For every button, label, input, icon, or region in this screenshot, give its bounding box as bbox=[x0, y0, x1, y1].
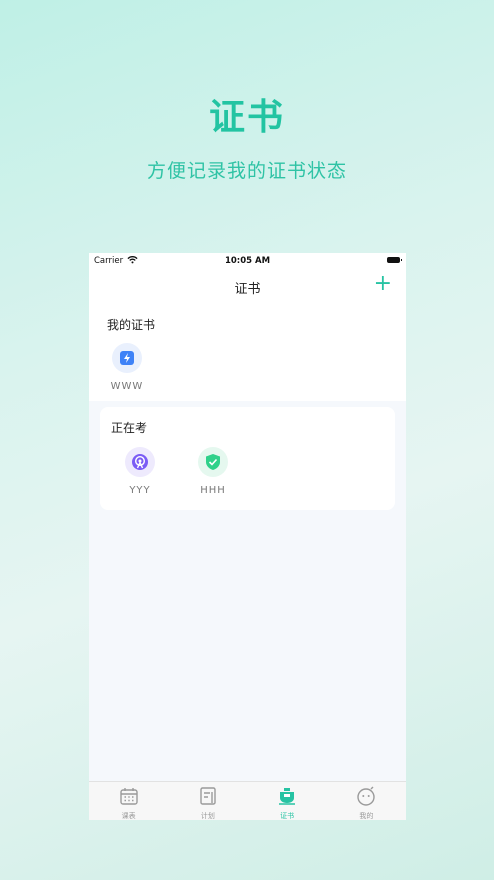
cert-item-www[interactable]: WWW bbox=[97, 343, 157, 392]
tab-mine[interactable]: 我的 bbox=[327, 782, 406, 820]
in-exam-title: 正在考 bbox=[111, 421, 148, 435]
tab-bar: 课表 计划 证书 我的 bbox=[89, 781, 406, 820]
cert-label: WWW bbox=[110, 381, 144, 392]
calendar-icon bbox=[119, 788, 138, 805]
status-bar: Carrier 10:05 AM bbox=[89, 253, 406, 271]
lightning-icon bbox=[112, 343, 142, 373]
cert-item-yyy[interactable]: YYY bbox=[110, 447, 170, 496]
content-area: 我的证书 WWW 正在考 YYY HHH bbox=[89, 301, 406, 782]
cert-item-hhh[interactable]: HHH bbox=[183, 447, 243, 496]
add-certificate-button[interactable]: + bbox=[374, 273, 392, 295]
tab-schedule[interactable]: 课表 bbox=[89, 782, 168, 820]
profile-face-icon bbox=[357, 786, 376, 806]
status-time: 10:05 AM bbox=[224, 256, 271, 266]
phone-screen: Carrier 10:05 AM 证书 + 我的证书 WWW 正在考 YYY H… bbox=[89, 253, 406, 820]
tab-label: 我的 bbox=[359, 812, 374, 820]
tab-label: 证书 bbox=[280, 812, 295, 820]
plan-icon bbox=[200, 787, 216, 805]
hero-subtitle: 方便记录我的证书状态 bbox=[146, 160, 347, 182]
page-title: 证书 bbox=[234, 282, 261, 297]
tab-label: 计划 bbox=[200, 812, 215, 820]
tab-plan[interactable]: 计划 bbox=[168, 782, 247, 820]
my-certificates-title: 我的证书 bbox=[107, 318, 156, 332]
certificate-icon bbox=[279, 788, 296, 805]
tab-label: 课表 bbox=[121, 812, 136, 820]
cert-label: YYY bbox=[129, 485, 151, 496]
battery-icon bbox=[387, 257, 402, 263]
cert-label: HHH bbox=[200, 485, 226, 496]
radio-tower-icon bbox=[125, 447, 155, 477]
navigation-bar: 证书 + bbox=[89, 271, 406, 301]
tab-certificate[interactable]: 证书 bbox=[248, 782, 327, 820]
shield-check-icon bbox=[198, 447, 228, 477]
in-exam-card: 正在考 YYY HHH bbox=[100, 407, 395, 510]
my-certificates-section: 我的证书 WWW bbox=[89, 301, 406, 401]
hero-title: 证书 bbox=[208, 97, 285, 138]
